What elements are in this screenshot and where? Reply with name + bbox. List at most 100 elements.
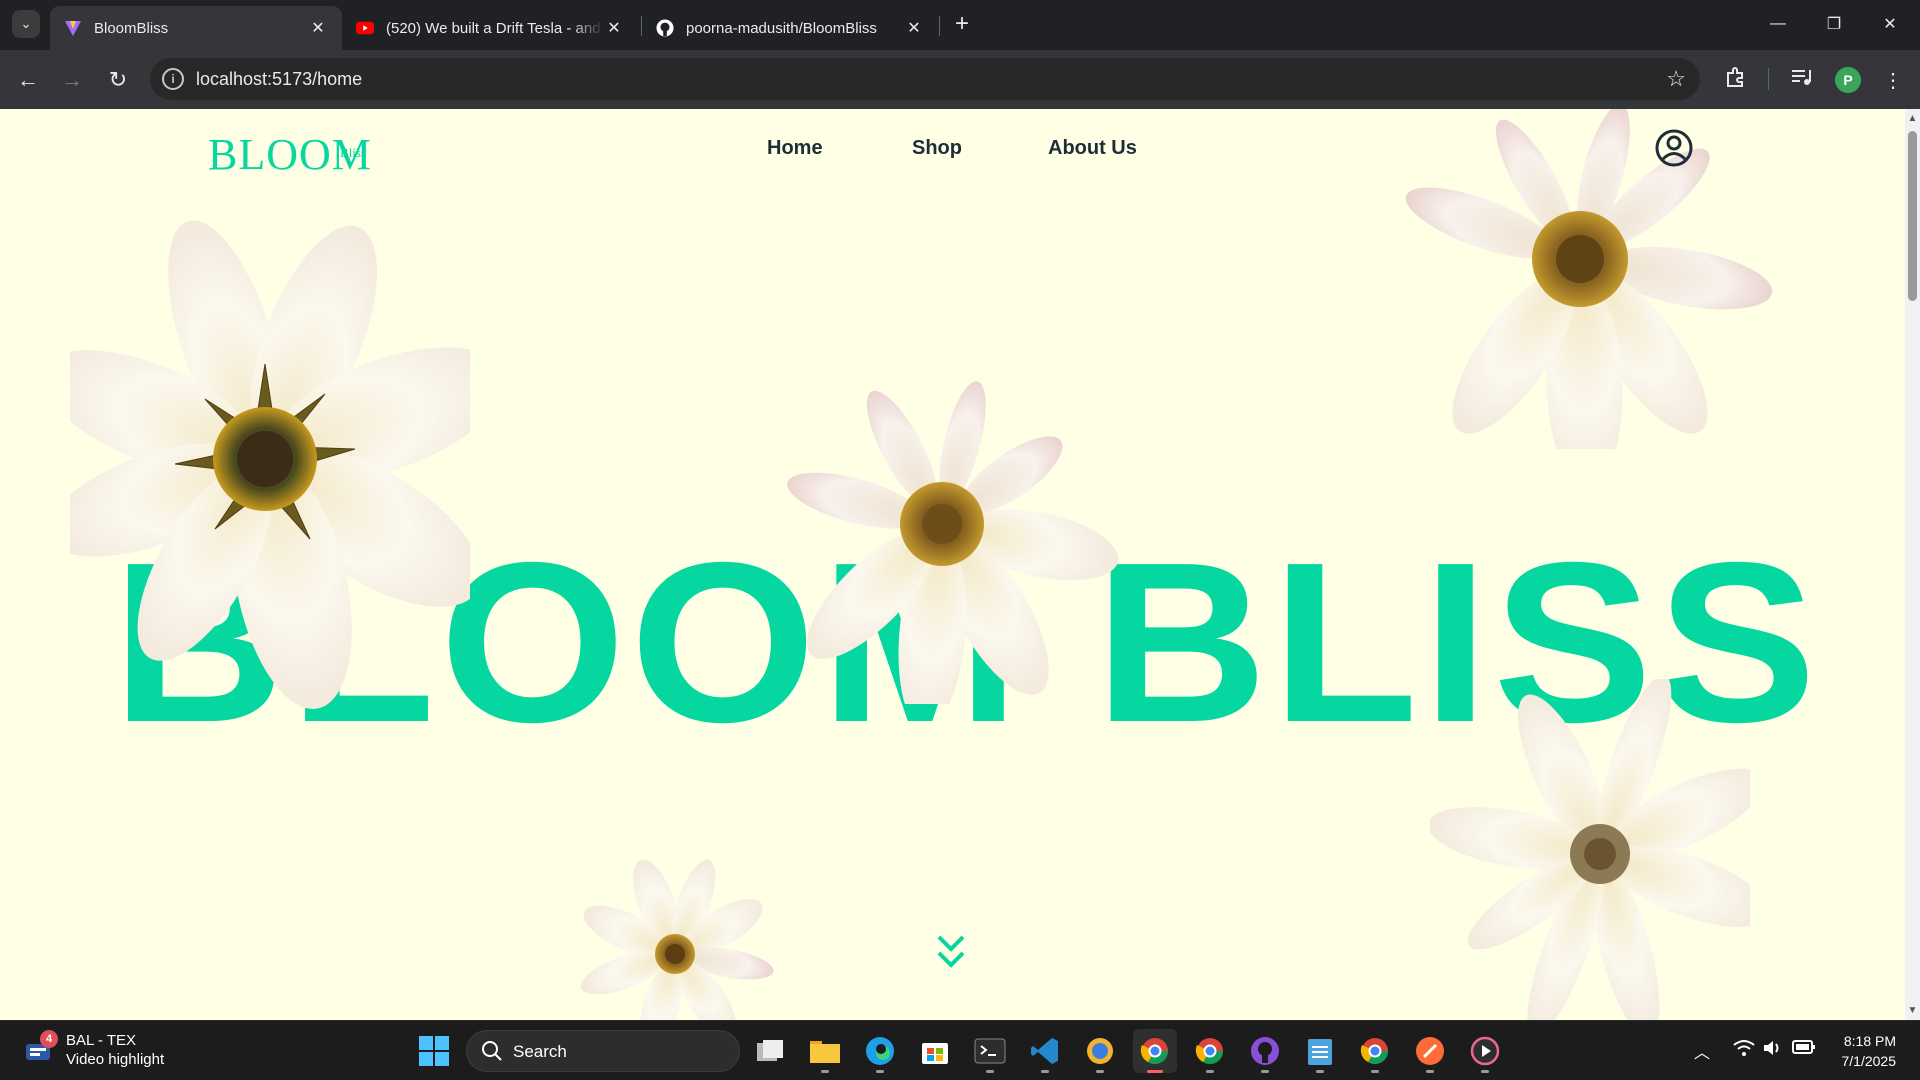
taskbar-notepad[interactable]: [1298, 1029, 1342, 1073]
running-indicator: [1261, 1070, 1269, 1073]
running-indicator: [1371, 1070, 1379, 1073]
address-bar[interactable]: i localhost:5173/home ☆: [150, 58, 1700, 100]
reload-icon: ↻: [108, 67, 128, 92]
flower-image: [70, 220, 470, 709]
show-hidden-icons-chevron-icon[interactable]: ︿: [1694, 1039, 1710, 1063]
play-icon: [1470, 1036, 1500, 1066]
restore-icon: ❐: [1826, 16, 1842, 33]
scroll-down-chevron-icon[interactable]: [934, 931, 968, 978]
running-indicator: [876, 1070, 884, 1073]
tab-separator: [939, 16, 940, 36]
folder-icon: [810, 1041, 840, 1063]
windows-icon: [419, 1036, 449, 1066]
user-account-icon[interactable]: [1654, 128, 1694, 173]
running-indicator: [1096, 1070, 1104, 1073]
tab-youtube[interactable]: (520) We built a Drift Tesla - and ✕: [342, 6, 638, 50]
more-vertical-icon: ⋮: [1883, 69, 1903, 92]
bookmark-star-icon[interactable]: ☆: [1666, 66, 1686, 92]
flower-image: [1430, 679, 1750, 1020]
url-text[interactable]: localhost:5173/home: [196, 69, 362, 90]
restore-button[interactable]: ❐: [1806, 0, 1862, 48]
task-view-icon: [757, 1040, 783, 1061]
running-indicator: [1481, 1070, 1489, 1073]
scroll-down-arrow-icon[interactable]: ▼: [1907, 1005, 1918, 1016]
site-logo-sub: Bliss: [340, 145, 367, 160]
taskbar-postman[interactable]: [1408, 1029, 1452, 1073]
globe-app-icon: [1087, 1038, 1113, 1064]
start-button[interactable]: [418, 1035, 450, 1072]
profile-avatar[interactable]: P: [1835, 67, 1861, 93]
wifi-icon[interactable]: [1733, 1039, 1755, 1062]
running-indicator: [986, 1070, 994, 1073]
browser-menu-button[interactable]: ⋮: [1877, 64, 1909, 96]
taskbar-file-explorer[interactable]: [803, 1029, 847, 1073]
scroll-up-arrow-icon[interactable]: ▲: [1907, 113, 1918, 124]
extensions-button[interactable]: [1720, 64, 1752, 96]
forward-button[interactable]: →: [54, 62, 90, 98]
youtube-icon: [356, 19, 374, 37]
taskbar-chrome-profile-3[interactable]: [1353, 1029, 1397, 1073]
scrollbar-thumb[interactable]: [1908, 131, 1917, 301]
chrome-icon: [1195, 1038, 1224, 1065]
taskbar-clock[interactable]: 8:18 PM 7/1/2025: [1830, 1031, 1897, 1071]
toolbar-separator: [1768, 68, 1769, 90]
clock-date: 7/1/2025: [1841, 1053, 1897, 1069]
taskbar-edge[interactable]: [858, 1029, 902, 1073]
terminal-icon: [974, 1038, 1006, 1064]
search-label: Search: [513, 1042, 567, 1061]
tab-github[interactable]: poorna-madusith/BloomBliss ✕: [642, 6, 938, 50]
reload-button[interactable]: ↻: [100, 62, 136, 98]
nav-about-us[interactable]: About Us: [1048, 137, 1137, 160]
back-button[interactable]: ←: [10, 62, 46, 98]
taskbar-store[interactable]: [913, 1029, 957, 1073]
nav-home[interactable]: Home: [767, 137, 823, 160]
tab-title: (520) We built a Drift Tesla - and: [386, 19, 601, 37]
arrow-left-icon: ←: [17, 67, 39, 92]
page-scrollbar[interactable]: ▲ ▼: [1905, 109, 1920, 1020]
widget-title: BAL - TEX: [66, 1032, 137, 1049]
widget-news-icon: 4: [24, 1030, 58, 1066]
windows-taskbar: 4 BAL - TEX Video highlight Search ︿ 8:1…: [0, 1020, 1920, 1080]
volume-icon[interactable]: [1762, 1039, 1784, 1062]
taskbar-vscode[interactable]: [1023, 1029, 1067, 1073]
running-indicator: [1206, 1070, 1214, 1073]
widgets-button[interactable]: 4 BAL - TEX Video highlight: [24, 1030, 165, 1069]
taskbar-chrome-profile-2[interactable]: [1188, 1029, 1232, 1073]
widget-subtitle: Video highlight: [66, 1051, 165, 1068]
flower-image: [1405, 109, 1773, 449]
task-view-button[interactable]: [748, 1029, 792, 1073]
page-viewport: BLOOM BLISS BLOOM Bliss Home Shop About …: [0, 109, 1905, 1020]
taskbar-media-player[interactable]: [1463, 1029, 1507, 1073]
minimize-button[interactable]: —: [1750, 0, 1806, 48]
chrome-icon: [1140, 1038, 1169, 1065]
nav-shop[interactable]: Shop: [912, 137, 962, 160]
running-indicator: [821, 1070, 829, 1073]
postman-icon: [1416, 1037, 1444, 1065]
github-icon: [1251, 1037, 1279, 1065]
site-info-icon[interactable]: i: [162, 68, 184, 90]
vite-icon: [64, 19, 82, 37]
tab-search-button[interactable]: ⌄: [12, 10, 40, 38]
media-queue-icon: [1791, 67, 1813, 93]
taskbar-app-globe[interactable]: [1078, 1029, 1122, 1073]
running-indicator: [1147, 1070, 1163, 1073]
taskbar-github-desktop[interactable]: [1243, 1029, 1287, 1073]
media-control-button[interactable]: [1786, 64, 1818, 96]
close-icon[interactable]: ✕: [308, 18, 328, 38]
battery-icon[interactable]: [1792, 1039, 1816, 1060]
close-window-button[interactable]: ✕: [1862, 0, 1918, 48]
running-indicator: [1316, 1070, 1324, 1073]
tab-bloombliss[interactable]: BloomBliss ✕: [50, 6, 342, 50]
taskbar-search[interactable]: Search: [466, 1030, 740, 1072]
new-tab-button[interactable]: +: [948, 10, 976, 38]
puzzle-icon: [1725, 66, 1747, 94]
close-icon[interactable]: ✕: [904, 18, 924, 38]
tab-title: poorna-madusith/BloomBliss: [686, 19, 877, 37]
taskbar-chrome-active[interactable]: [1133, 1029, 1177, 1073]
taskbar-terminal[interactable]: [968, 1029, 1012, 1073]
edge-icon: [866, 1037, 894, 1065]
close-icon[interactable]: ✕: [604, 18, 624, 38]
chevron-down-icon: ⌄: [20, 16, 32, 31]
tab-strip: ⌄ BloomBliss ✕ (520) We built a Drift Te…: [0, 0, 1920, 50]
search-icon: [481, 1040, 503, 1067]
